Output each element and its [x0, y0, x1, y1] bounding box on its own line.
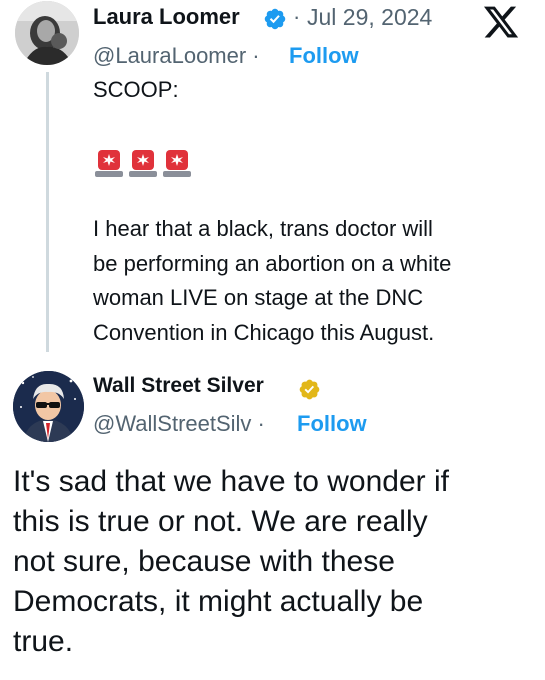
- tweet-date[interactable]: Jul 29, 2024: [307, 4, 432, 31]
- author-handle[interactable]: @WallStreetSilv ·: [93, 411, 265, 437]
- police-light-siren-icon: [163, 150, 191, 177]
- reply-text-line: It's sad that we have to wonder if: [13, 465, 449, 498]
- tweet-text-line: be performing an abortion on a white: [93, 250, 452, 276]
- author-handle[interactable]: @LauraLoomer ·: [93, 43, 260, 69]
- profile-photo-icon: [15, 1, 79, 65]
- tweet-text-first-line: SCOOP:: [93, 77, 179, 102]
- cartoon-businessman-avatar-icon: [13, 371, 84, 442]
- laura-loomer-avatar[interactable]: [15, 1, 79, 65]
- reply-text-line: true.: [13, 625, 74, 658]
- tweet-text-line: Convention in Chicago this August.: [93, 319, 435, 345]
- reply-text-line: Democrats, it might actually be: [13, 585, 424, 618]
- thread-line: [46, 72, 49, 352]
- x-logo-icon[interactable]: [482, 3, 520, 41]
- author-name[interactable]: Wall Street Silver: [93, 374, 264, 398]
- wall-street-silver-avatar[interactable]: [13, 371, 84, 442]
- follow-button[interactable]: Follow: [289, 43, 359, 69]
- tweet-text-line: woman LIVE on stage at the DNC: [93, 285, 424, 310]
- tweet-text-line: I hear that a black, trans doctor will: [93, 216, 433, 241]
- reply-text: It's sad that we have to wonder if this …: [13, 462, 533, 662]
- reply-text-line: this is true or not. We are really: [13, 505, 428, 538]
- police-light-siren-icon: [95, 150, 123, 177]
- follow-button[interactable]: Follow: [297, 411, 367, 437]
- tweet-text: I hear that a black, trans doctor will b…: [93, 212, 513, 350]
- verified-gold-badge-icon: [299, 379, 320, 400]
- author-name[interactable]: Laura Loomer: [93, 4, 240, 30]
- police-light-siren-icon: [129, 150, 157, 177]
- date-separator: ·: [293, 4, 301, 29]
- verified-badge-icon: [264, 8, 286, 30]
- reply-text-line: not sure, because with these: [13, 545, 395, 578]
- siren-emoji-row: [95, 146, 191, 178]
